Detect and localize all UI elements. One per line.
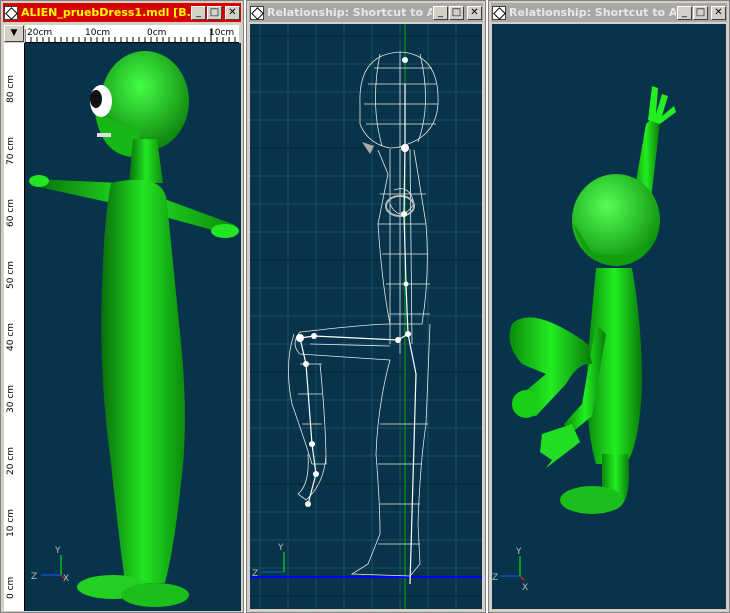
minimize-button[interactable]: _: [677, 5, 692, 20]
app-icon: [250, 5, 264, 20]
axis-y-label: Y: [54, 546, 61, 556]
alien-side-view: Y Z X: [29, 51, 239, 607]
window-title: Relationship: Shortcut to A...: [509, 6, 676, 19]
minimize-button[interactable]: _: [433, 5, 448, 20]
ruler-tick-label: 10 cm: [6, 508, 16, 537]
ruler-horizontal: 20cm 10cm 0cm 10cm: [25, 25, 239, 43]
window-title: Relationship: Shortcut to A...: [267, 6, 432, 19]
viewport-window-2[interactable]: Relationship: Shortcut to A... _ □ ✕ Y Z: [246, 0, 486, 613]
skeleton-bones: [299, 84, 417, 585]
maximize-button[interactable]: □: [449, 5, 464, 20]
maximize-button[interactable]: □: [207, 5, 222, 20]
ruler-tick-label: 60 cm: [6, 198, 16, 227]
viewport-grid: [250, 24, 482, 609]
ruler-vertical: 80 cm 70 cm 60 cm 50 cm 40 cm 30 cm 20 c…: [4, 43, 25, 611]
view-dropdown-button[interactable]: ▼: [4, 25, 24, 42]
ruler-tick-label: 80 cm: [6, 74, 16, 103]
maximize-button[interactable]: □: [693, 5, 708, 20]
close-button[interactable]: ✕: [467, 5, 482, 20]
ruler-tick-label: 20 cm: [6, 446, 16, 475]
3d-viewport[interactable]: Y Z X: [492, 24, 726, 609]
viewport-window-1[interactable]: ALIEN_pruebDress1.mdl [B... _ □ ✕ ▼ 20cm…: [0, 0, 244, 613]
skeleton-joints: [296, 57, 411, 507]
close-button[interactable]: ✕: [711, 5, 726, 20]
ruler-tick-label: 40 cm: [6, 322, 16, 351]
axis-z-label: Z: [31, 572, 37, 582]
app-icon: [4, 5, 18, 20]
ruler-tick-label: 0 cm: [6, 576, 16, 599]
ruler-tick-label: 30 cm: [6, 384, 16, 413]
axis-x-label: X: [63, 574, 69, 584]
title-bar[interactable]: ALIEN_pruebDress1.mdl [B... _ □ ✕: [3, 3, 241, 22]
close-button[interactable]: ✕: [225, 5, 240, 20]
axis-z-label: Z: [252, 569, 258, 579]
title-bar[interactable]: Relationship: Shortcut to A... _ □ ✕: [249, 3, 483, 22]
3d-viewport[interactable]: Y Z X: [25, 43, 241, 611]
ruler-tick-label: 50 cm: [6, 260, 16, 289]
wireframe-mesh: [288, 51, 439, 577]
title-bar[interactable]: Relationship: Shortcut to A... _ □ ✕: [491, 3, 727, 22]
alien-perspective-view: Y Z X: [492, 86, 676, 593]
wireframe-skeleton-view: Y Z: [250, 24, 482, 609]
window-title: ALIEN_pruebDress1.mdl [B...: [21, 6, 190, 19]
viewport-window-3[interactable]: Relationship: Shortcut to A... _ □ ✕ Y Z…: [488, 0, 730, 613]
minimize-button[interactable]: _: [191, 5, 206, 20]
axis-y-label: Y: [515, 547, 522, 557]
ruler-tick-label: 70 cm: [6, 136, 16, 165]
axis-x-label: X: [522, 583, 528, 593]
axis-y-label: Y: [277, 543, 284, 553]
alien-body: [101, 179, 185, 583]
alien-head: [572, 174, 660, 266]
app-icon: [492, 5, 506, 20]
axis-z-label: Z: [492, 573, 498, 583]
ruler-ticks: [25, 29, 236, 42]
3d-viewport[interactable]: Y Z: [250, 24, 482, 609]
